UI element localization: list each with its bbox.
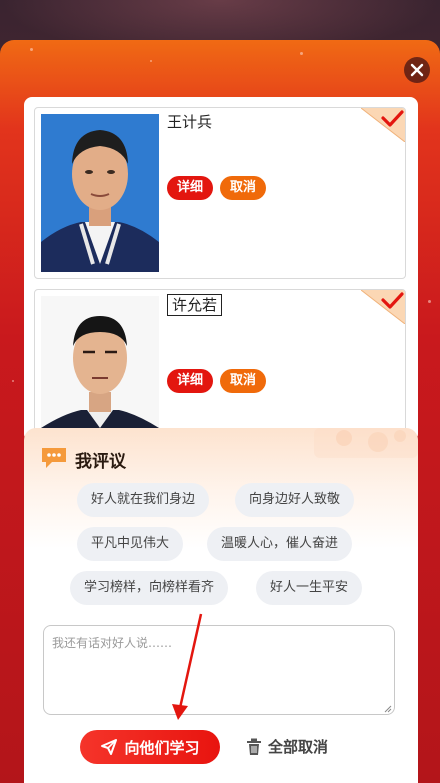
sparkle — [428, 300, 431, 303]
candidate-photo — [41, 114, 159, 272]
comment-chip[interactable]: 好人一生平安 — [256, 571, 363, 605]
sparkle — [300, 52, 303, 55]
comment-chip[interactable]: 平凡中见伟大 — [77, 527, 184, 561]
chat-bubble-icon — [42, 448, 66, 468]
comment-chip[interactable]: 温暖人心，催人奋进 — [207, 527, 353, 561]
review-title: 我评议 — [75, 452, 126, 472]
selected-check-icon — [361, 290, 405, 324]
sparkle — [30, 48, 33, 51]
comment-chip[interactable]: 向身边好人致敬 — [235, 483, 355, 517]
detail-button[interactable]: 详细 — [167, 369, 214, 393]
cancel-all-button[interactable]: 全部取消 — [246, 730, 328, 764]
learn-from-them-button[interactable]: 向他们学习 — [80, 730, 220, 764]
resize-handle-icon[interactable] — [384, 705, 392, 713]
portrait-image — [41, 114, 159, 272]
review-panel: 我评议 好人就在我们身边 向身边好人致敬 平凡中见伟大 温暖人心，催人奋进 学习… — [24, 428, 418, 783]
trash-icon — [247, 738, 261, 755]
close-button[interactable] — [404, 57, 430, 83]
candidate-name: 王计兵 — [167, 113, 213, 131]
cancel-button[interactable]: 取消 — [220, 176, 267, 200]
cancel-button[interactable]: 取消 — [220, 369, 267, 393]
candidate-card[interactable]: 许允若 详细 取消 — [34, 289, 406, 442]
selected-check-icon — [361, 108, 405, 142]
sparkle — [12, 380, 14, 382]
paper-plane-icon — [101, 739, 118, 755]
portrait-image — [41, 296, 159, 442]
candidate-list[interactable]: 王计兵 详细 取消 许允若 详细 取消 — [24, 97, 418, 442]
candidate-card[interactable]: 王计兵 详细 取消 — [34, 107, 406, 279]
detail-button[interactable]: 详细 — [167, 176, 214, 200]
clear-label: 全部取消 — [268, 738, 329, 756]
submit-label: 向他们学习 — [124, 738, 200, 757]
comment-input[interactable] — [43, 625, 395, 715]
candidate-photo — [41, 296, 159, 442]
sparkle — [150, 60, 152, 62]
candidate-name: 许允若 — [167, 294, 223, 316]
comment-chip[interactable]: 学习榜样，向榜样看齐 — [70, 571, 229, 605]
close-icon — [410, 63, 424, 77]
comment-chip[interactable]: 好人就在我们身边 — [77, 483, 210, 517]
